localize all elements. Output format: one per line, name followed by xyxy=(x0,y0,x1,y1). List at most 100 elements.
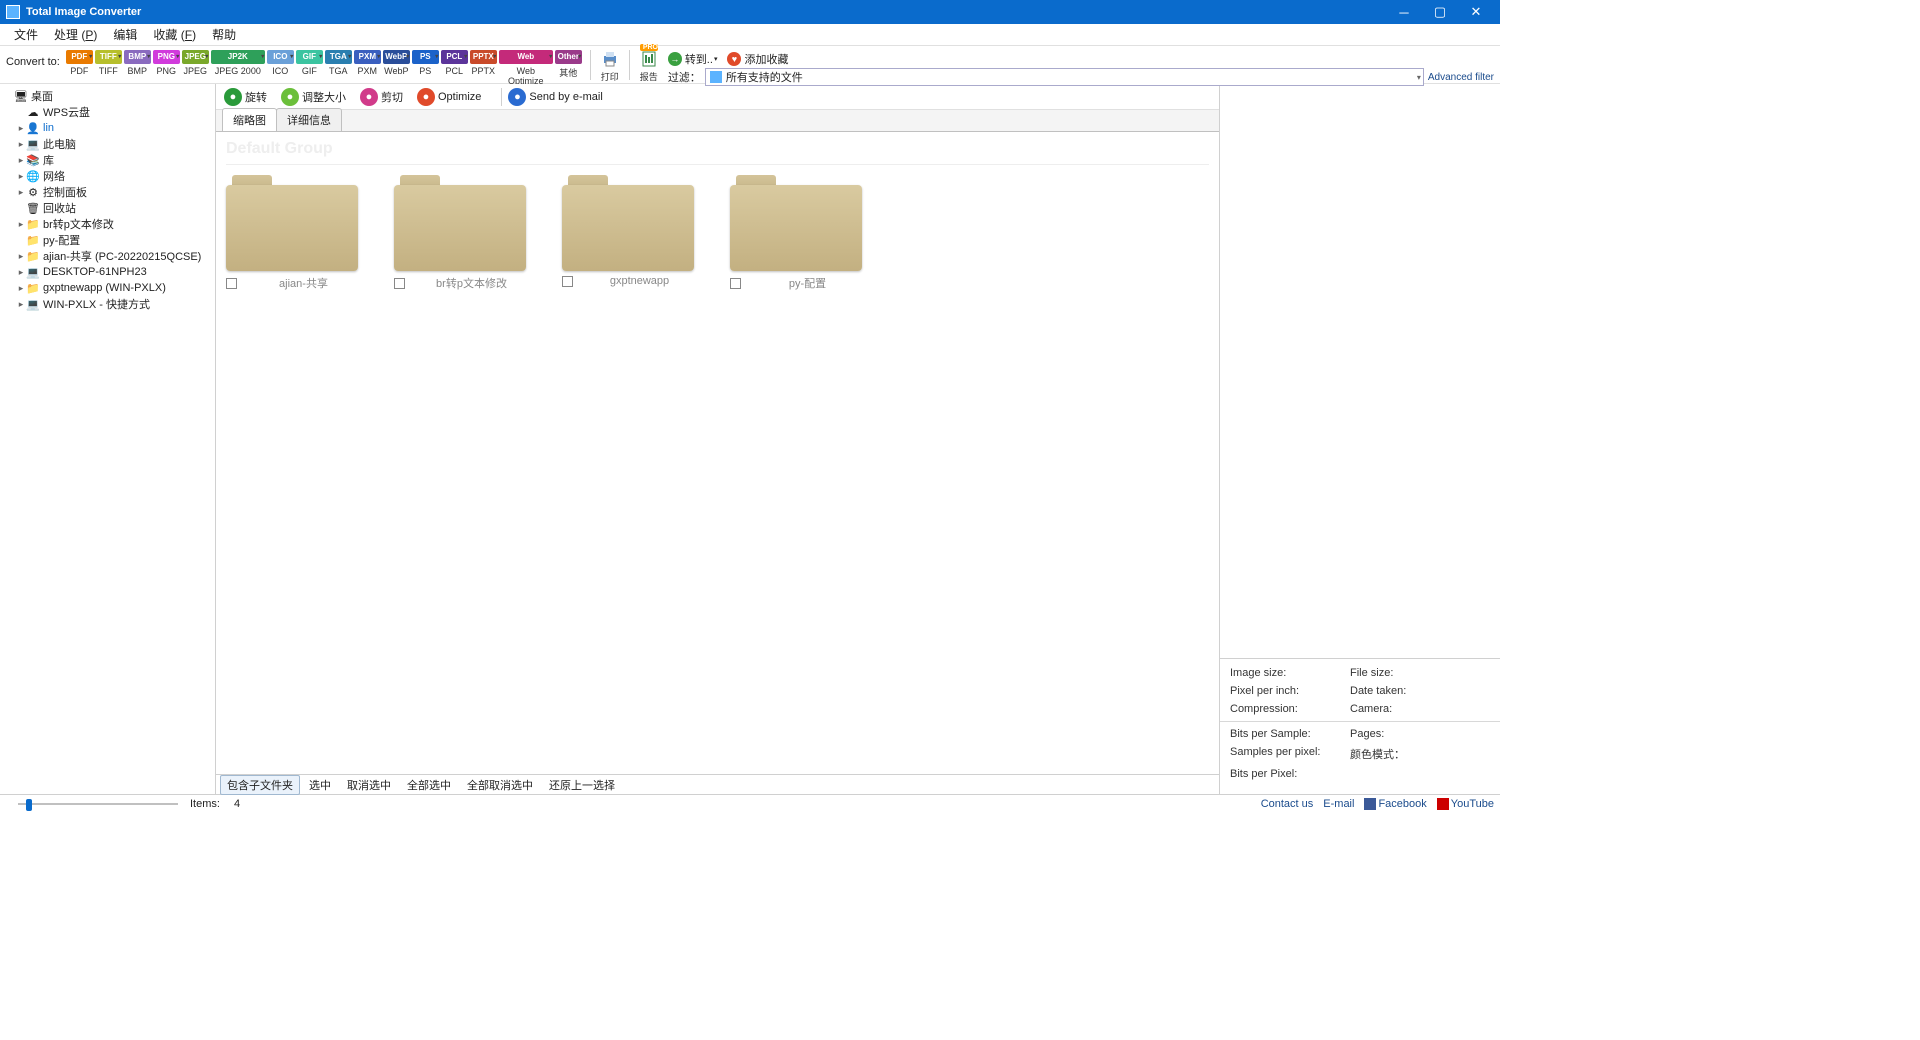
action-剪切-button[interactable]: ●剪切 xyxy=(360,88,403,106)
format-pdf-button[interactable]: PDF▾PDF xyxy=(66,50,93,86)
filter-select[interactable]: 所有支持的文件 ▾ xyxy=(705,68,1424,86)
info-key xyxy=(1350,768,1490,780)
menu-item[interactable]: 帮助 xyxy=(204,24,244,45)
tree-node[interactable]: ▸⚙控制面板 xyxy=(2,184,213,200)
report-button[interactable]: PRO 报告 xyxy=(636,50,662,83)
tree-node[interactable]: 🖥桌面 xyxy=(2,88,213,104)
action-旋转-button[interactable]: ●旋转 xyxy=(224,88,267,106)
folder-checkbox[interactable] xyxy=(562,276,573,287)
format-pcl-button[interactable]: PCL▾PCL xyxy=(441,50,468,86)
tree-node[interactable]: 🗑回收站 xyxy=(2,200,213,216)
action-Send by e-mail-button[interactable]: ●Send by e-mail xyxy=(508,88,602,106)
email-link[interactable]: E-mail xyxy=(1323,798,1354,810)
format-png-button[interactable]: PNG▾PNG xyxy=(153,50,180,86)
folder-icon: 📁 xyxy=(26,218,40,230)
format-webp-button[interactable]: WebP▾WebP xyxy=(383,50,410,86)
menu-item[interactable]: 收藏 (F) xyxy=(145,24,204,45)
tree-node[interactable]: ▸📁br转p文本修改 xyxy=(2,216,213,232)
recycle-icon: 🗑 xyxy=(26,202,40,214)
moveto-button[interactable]: →转到..▾ xyxy=(668,51,718,67)
tree-node[interactable]: ▸🌐网络 xyxy=(2,168,213,184)
menu-item[interactable]: 文件 xyxy=(6,24,46,45)
info-key: Camera: xyxy=(1350,703,1490,715)
maximize-button[interactable]: ▢ xyxy=(1422,0,1458,24)
minimize-button[interactable]: ─ xyxy=(1386,0,1422,24)
folder-icon xyxy=(562,175,694,271)
format-bmp-button[interactable]: BMP▾BMP xyxy=(124,50,151,86)
filter-icon xyxy=(710,71,722,83)
format-ico-button[interactable]: ICO▾ICO xyxy=(267,50,294,86)
tree-node[interactable]: 📁py-配置 xyxy=(2,232,213,248)
action-Optimize-button[interactable]: ●Optimize xyxy=(417,88,481,106)
folder-item[interactable]: py-配置 xyxy=(730,175,870,291)
advanced-filter-link[interactable]: Advanced filter xyxy=(1428,72,1494,83)
selection-3-button[interactable]: 全部选中 xyxy=(400,775,458,795)
format-jpeg 2000-button[interactable]: JP2K▾JPEG 2000 xyxy=(211,50,265,86)
tree-node[interactable]: ▸📁gxptnewapp (WIN-PXLX) xyxy=(2,280,213,296)
tab-row: 缩略图详细信息 xyxy=(216,110,1219,132)
tree-node[interactable]: ▸👤lin xyxy=(2,120,213,136)
format-pxm-button[interactable]: PXM▾PXM xyxy=(354,50,381,86)
tree-node[interactable]: ▸💻WIN-PXLX - 快捷方式 xyxy=(2,296,213,312)
format-tga-button[interactable]: TGA▾TGA xyxy=(325,50,352,86)
pc-icon: 💻 xyxy=(26,138,40,150)
tree-node[interactable]: ▸📚库 xyxy=(2,152,213,168)
tab-1[interactable]: 详细信息 xyxy=(276,108,342,131)
format-pptx-button[interactable]: PPTX▾PPTX xyxy=(470,50,497,86)
print-button[interactable]: 打印 xyxy=(597,50,623,83)
selection-bar: 包含子文件夹选中取消选中全部选中全部取消选中还原上一选择 xyxy=(216,774,1219,794)
folder-item[interactable]: gxptnewapp xyxy=(562,175,702,291)
net-icon: 🌐 xyxy=(26,170,40,182)
close-button[interactable]: ✕ xyxy=(1458,0,1494,24)
folder-checkbox[interactable] xyxy=(226,278,237,289)
format-gif-button[interactable]: GIF▾GIF xyxy=(296,50,323,86)
folder-checkbox[interactable] xyxy=(730,278,741,289)
thumbnail-area: Default Group ajian-共享br转p文本修改gxptnewapp… xyxy=(216,132,1219,774)
folder-item[interactable]: br转p文本修改 xyxy=(394,175,534,291)
tree-node[interactable]: ▸📁ajian-共享 (PC-20220215QCSE) xyxy=(2,248,213,264)
selection-4-button[interactable]: 全部取消选中 xyxy=(460,775,540,795)
format-ps-button[interactable]: PS▾PS xyxy=(412,50,439,86)
facebook-link[interactable]: Facebook xyxy=(1364,798,1426,810)
tree-node[interactable]: ☁WPS云盘 xyxy=(2,104,213,120)
folder-icon: 📁 xyxy=(26,234,40,246)
youtube-link[interactable]: YouTube xyxy=(1437,798,1494,810)
selection-2-button[interactable]: 取消选中 xyxy=(340,775,398,795)
selection-0-button[interactable]: 包含子文件夹 xyxy=(220,775,300,795)
format-web optimize-button[interactable]: Web▾Web Optimize xyxy=(499,50,553,86)
contact-link[interactable]: Contact us xyxy=(1261,798,1314,810)
info-key: Image size: xyxy=(1230,667,1350,679)
action-divider xyxy=(501,88,502,106)
zoom-slider[interactable] xyxy=(18,801,178,807)
action-调整大小-button[interactable]: ●调整大小 xyxy=(281,88,346,106)
tab-0[interactable]: 缩略图 xyxy=(222,108,277,131)
format-tiff-button[interactable]: TIFF▾TIFF xyxy=(95,50,122,86)
add-favorite-button[interactable]: ♥添加收藏 xyxy=(727,51,788,67)
folder-icon xyxy=(730,175,862,271)
format-其他-button[interactable]: Other▾其他 xyxy=(555,50,582,86)
menu-item[interactable]: 编辑 xyxy=(105,24,145,45)
tree-node[interactable]: ▸💻DESKTOP-61NPH23 xyxy=(2,264,213,280)
info-key: Pixel per inch: xyxy=(1230,685,1350,697)
format-jpeg-button[interactable]: JPEG▾JPEG xyxy=(182,50,209,86)
facebook-icon xyxy=(1364,798,1376,810)
ctrl-icon: ⚙ xyxy=(26,186,40,198)
user-icon: 👤 xyxy=(26,122,40,134)
selection-5-button[interactable]: 还原上一选择 xyxy=(542,775,622,795)
folder-item[interactable]: ajian-共享 xyxy=(226,175,366,291)
toolbar-divider xyxy=(590,50,591,80)
info-key: Bits per Sample: xyxy=(1230,728,1350,740)
chevron-down-icon: ▾ xyxy=(1417,73,1421,82)
convert-to-label: Convert to: xyxy=(6,50,60,68)
menu-item[interactable]: 处理 (P) xyxy=(46,24,105,45)
folder-checkbox[interactable] xyxy=(394,278,405,289)
tree-node[interactable]: ▸💻此电脑 xyxy=(2,136,213,152)
menu-bar: 文件处理 (P)编辑收藏 (F)帮助 xyxy=(0,24,1500,46)
selection-1-button[interactable]: 选中 xyxy=(302,775,338,795)
pc-icon: 💻 xyxy=(26,298,40,310)
app-title: Total Image Converter xyxy=(26,6,1386,18)
action-bar: ●旋转 ●调整大小 ●剪切 ●Optimize ●Send by e-mail xyxy=(216,84,1219,110)
folder-icon: 📁 xyxy=(26,250,40,262)
items-count: 4 xyxy=(234,798,240,810)
group-header: Default Group xyxy=(226,138,1209,165)
